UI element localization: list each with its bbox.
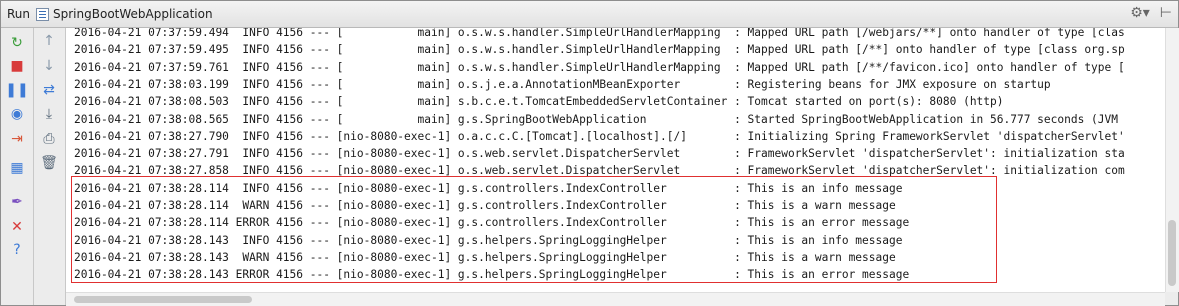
log-line: 2016-04-21 07:37:59.761 INFO 4156 --- [ …: [74, 60, 1125, 74]
exit-icon[interactable]: ⇥: [8, 130, 26, 148]
pin-icon[interactable]: ⊢: [1160, 5, 1172, 21]
scrollbar-corner: [1165, 292, 1178, 305]
app-config-icon: [36, 7, 50, 21]
log-line: 2016-04-21 07:38:28.143 WARN 4156 --- [n…: [74, 250, 896, 264]
horizontal-scrollbar-thumb[interactable]: [74, 296, 252, 303]
run-actions-toolbar: ↻ ■ ❚❚ ◉ ⇥ ▦ ✒ ✕?: [1, 28, 34, 305]
log-line: 2016-04-21 07:38:28.114 INFO 4156 --- [n…: [74, 181, 903, 195]
layout-icon[interactable]: ▦: [8, 159, 26, 177]
titlebar-actions: ⚙▾ ⊢: [1130, 5, 1172, 21]
vertical-scrollbar-thumb[interactable]: [1168, 220, 1176, 286]
log-line: 2016-04-21 07:38:08.503 INFO 4156 --- [ …: [74, 95, 1004, 109]
soft-wrap-icon[interactable]: ⇄: [40, 81, 58, 99]
pause-icon[interactable]: ❚❚: [5, 81, 28, 99]
scroll-to-end-icon[interactable]: ⤓: [40, 105, 58, 123]
console-output[interactable]: 2016-04-21 07:37:59.494 INFO 4156 --- [ …: [66, 28, 1165, 292]
log-line: 2016-04-21 07:38:27.791 INFO 4156 --- [n…: [74, 147, 1125, 161]
pin-tab-icon[interactable]: ✒: [8, 193, 26, 211]
scroll-down-icon[interactable]: ↓: [40, 57, 58, 75]
log-line: 2016-04-21 07:38:28.114 ERROR 4156 --- […: [74, 216, 910, 230]
log-line: 2016-04-21 07:38:27.790 INFO 4156 --- [n…: [74, 129, 1125, 143]
horizontal-scrollbar[interactable]: [66, 292, 1165, 306]
log-line: 2016-04-21 07:38:03.199 INFO 4156 --- [ …: [74, 77, 1051, 91]
run-titlebar: Run SpringBootWebApplication ⚙▾ ⊢: [1, 1, 1178, 28]
console-actions-toolbar: ↑ ↓ ⇄ ⤓ ⎙ 🗑: [34, 28, 66, 305]
log-line: 2016-04-21 07:38:08.565 INFO 4156 --- [ …: [74, 112, 1118, 126]
gear-icon[interactable]: ⚙▾: [1130, 5, 1150, 21]
run-label: Run: [7, 7, 31, 21]
stop-icon[interactable]: ■: [8, 57, 26, 75]
log-line: 2016-04-21 07:38:27.858 INFO 4156 --- [n…: [74, 164, 1125, 178]
dump-threads-icon[interactable]: ◉: [8, 105, 26, 123]
clear-all-icon[interactable]: 🗑: [40, 154, 58, 172]
log-line: 2016-04-21 07:38:28.143 ERROR 4156 --- […: [74, 268, 910, 282]
run-config-tab[interactable]: SpringBootWebApplication: [53, 7, 213, 21]
rerun-icon[interactable]: ↻: [8, 34, 26, 52]
log-line: 2016-04-21 07:37:59.494 INFO 4156 --- [ …: [74, 28, 1125, 39]
vertical-scrollbar[interactable]: [1165, 28, 1179, 292]
scroll-up-icon[interactable]: ↑: [40, 32, 58, 50]
log-line: 2016-04-21 07:38:28.114 WARN 4156 --- [n…: [74, 199, 896, 212]
close-icon[interactable]: ✕: [8, 218, 26, 236]
print-icon[interactable]: ⎙: [40, 130, 58, 148]
log-line: 2016-04-21 07:37:59.495 INFO 4156 --- [ …: [74, 43, 1125, 57]
log-line: 2016-04-21 07:38:28.143 INFO 4156 --- [n…: [74, 233, 903, 247]
run-tool-window: Run SpringBootWebApplication ⚙▾ ⊢ ↻ ■ ❚❚ ◉ ⇥…: [0, 0, 1179, 306]
help-icon[interactable]: ?: [8, 241, 26, 259]
